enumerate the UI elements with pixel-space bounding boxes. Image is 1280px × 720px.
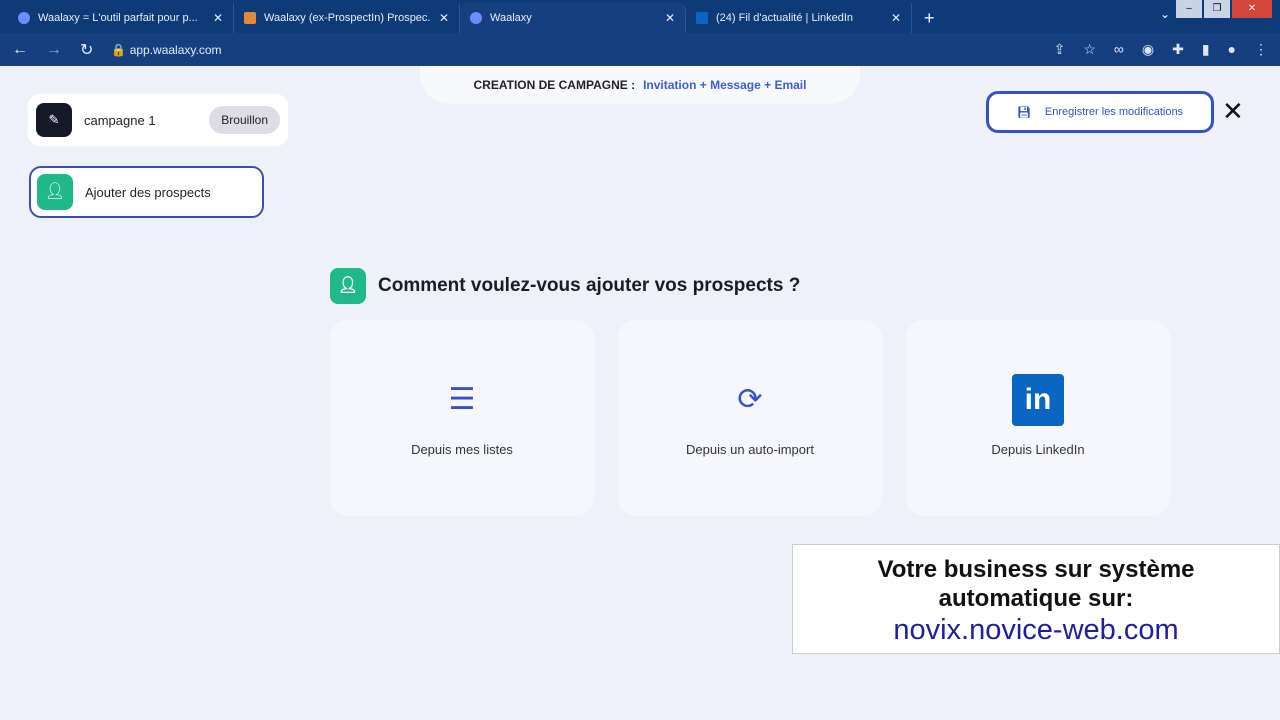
- bookmark-star-icon[interactable]: ☆: [1083, 41, 1096, 58]
- campaign-card[interactable]: ✎ campagne 1 Brouillon: [28, 94, 288, 146]
- list-icon: ☰: [448, 383, 476, 416]
- browser-tab-active[interactable]: Waalaxy ✕: [460, 3, 686, 33]
- browser-tab[interactable]: Waalaxy = L'outil parfait pour p... ✕: [8, 3, 234, 33]
- browser-tab[interactable]: (24) Fil d'actualité | LinkedIn ✕: [686, 3, 912, 33]
- url-field[interactable]: 🔒 app.waalaxy.com: [111, 43, 1035, 57]
- favicon-icon: [470, 12, 482, 24]
- option-linkedin[interactable]: in Depuis LinkedIn: [906, 320, 1170, 516]
- promo-link[interactable]: novix.novice-web.com: [793, 613, 1279, 647]
- user-icon: 👤︎: [37, 174, 73, 210]
- reload-icon[interactable]: ↻: [80, 40, 93, 60]
- sidebar-step-add-prospects[interactable]: 👤︎ Ajouter des prospects: [29, 166, 264, 218]
- save-button[interactable]: 💾︎ Enregistrer les modifications: [986, 91, 1214, 133]
- close-tab-icon[interactable]: ✕: [891, 11, 901, 25]
- share-icon[interactable]: ⇪: [1054, 41, 1066, 58]
- profile-avatar[interactable]: ●: [1228, 41, 1236, 58]
- address-bar: ← → ↻ 🔒 app.waalaxy.com ⇪ ☆ ∞ ◉ ✚ ▮ ● ⋮: [0, 33, 1280, 66]
- extension-icon[interactable]: ∞: [1114, 41, 1124, 58]
- campaign-header: CREATION DE CAMPAGNE : Invitation + Messa…: [420, 66, 860, 104]
- forward-icon[interactable]: →: [46, 41, 62, 59]
- user-icon: 👤︎: [330, 268, 366, 304]
- tab-search-icon[interactable]: ⌄: [1160, 7, 1170, 21]
- status-badge: Brouillon: [209, 106, 280, 134]
- option-auto-import[interactable]: ⟳ Depuis un auto-import: [618, 320, 882, 516]
- linkedin-favicon-icon: [696, 12, 708, 24]
- close-icon[interactable]: ✕: [1222, 96, 1244, 127]
- window-close-button[interactable]: ✕: [1232, 0, 1272, 18]
- option-lists[interactable]: ☰ Depuis mes listes: [330, 320, 594, 516]
- puzzle-icon[interactable]: ✚: [1172, 41, 1184, 58]
- tab-bar: Waalaxy = L'outil parfait pour p... ✕ Waa…: [0, 0, 1280, 33]
- close-tab-icon[interactable]: ✕: [439, 11, 449, 25]
- favicon-icon: [18, 12, 30, 24]
- maximize-button[interactable]: ❐: [1204, 0, 1230, 18]
- favicon-icon: [244, 12, 256, 24]
- waalaxy-extension-icon[interactable]: ◉: [1142, 41, 1154, 58]
- save-icon: 💾︎: [1016, 106, 1031, 119]
- question-heading: 👤︎ Comment voulez-vous ajouter vos prospe…: [330, 268, 800, 304]
- close-tab-icon[interactable]: ✕: [213, 11, 223, 25]
- new-tab-button[interactable]: +: [912, 3, 947, 33]
- rocket-icon: ✎: [36, 103, 72, 137]
- promo-overlay: Votre business sur système automatique s…: [792, 544, 1280, 654]
- menu-icon[interactable]: ⋮: [1254, 41, 1268, 58]
- sync-icon: ⟳: [737, 383, 763, 416]
- close-tab-icon[interactable]: ✕: [665, 11, 675, 25]
- sidepanel-icon[interactable]: ▮: [1202, 41, 1210, 58]
- linkedin-icon: in: [1012, 373, 1064, 426]
- browser-tab[interactable]: Waalaxy (ex-ProspectIn) Prospec... ✕: [234, 3, 460, 33]
- minimize-button[interactable]: –: [1176, 0, 1202, 18]
- back-icon[interactable]: ←: [12, 41, 28, 59]
